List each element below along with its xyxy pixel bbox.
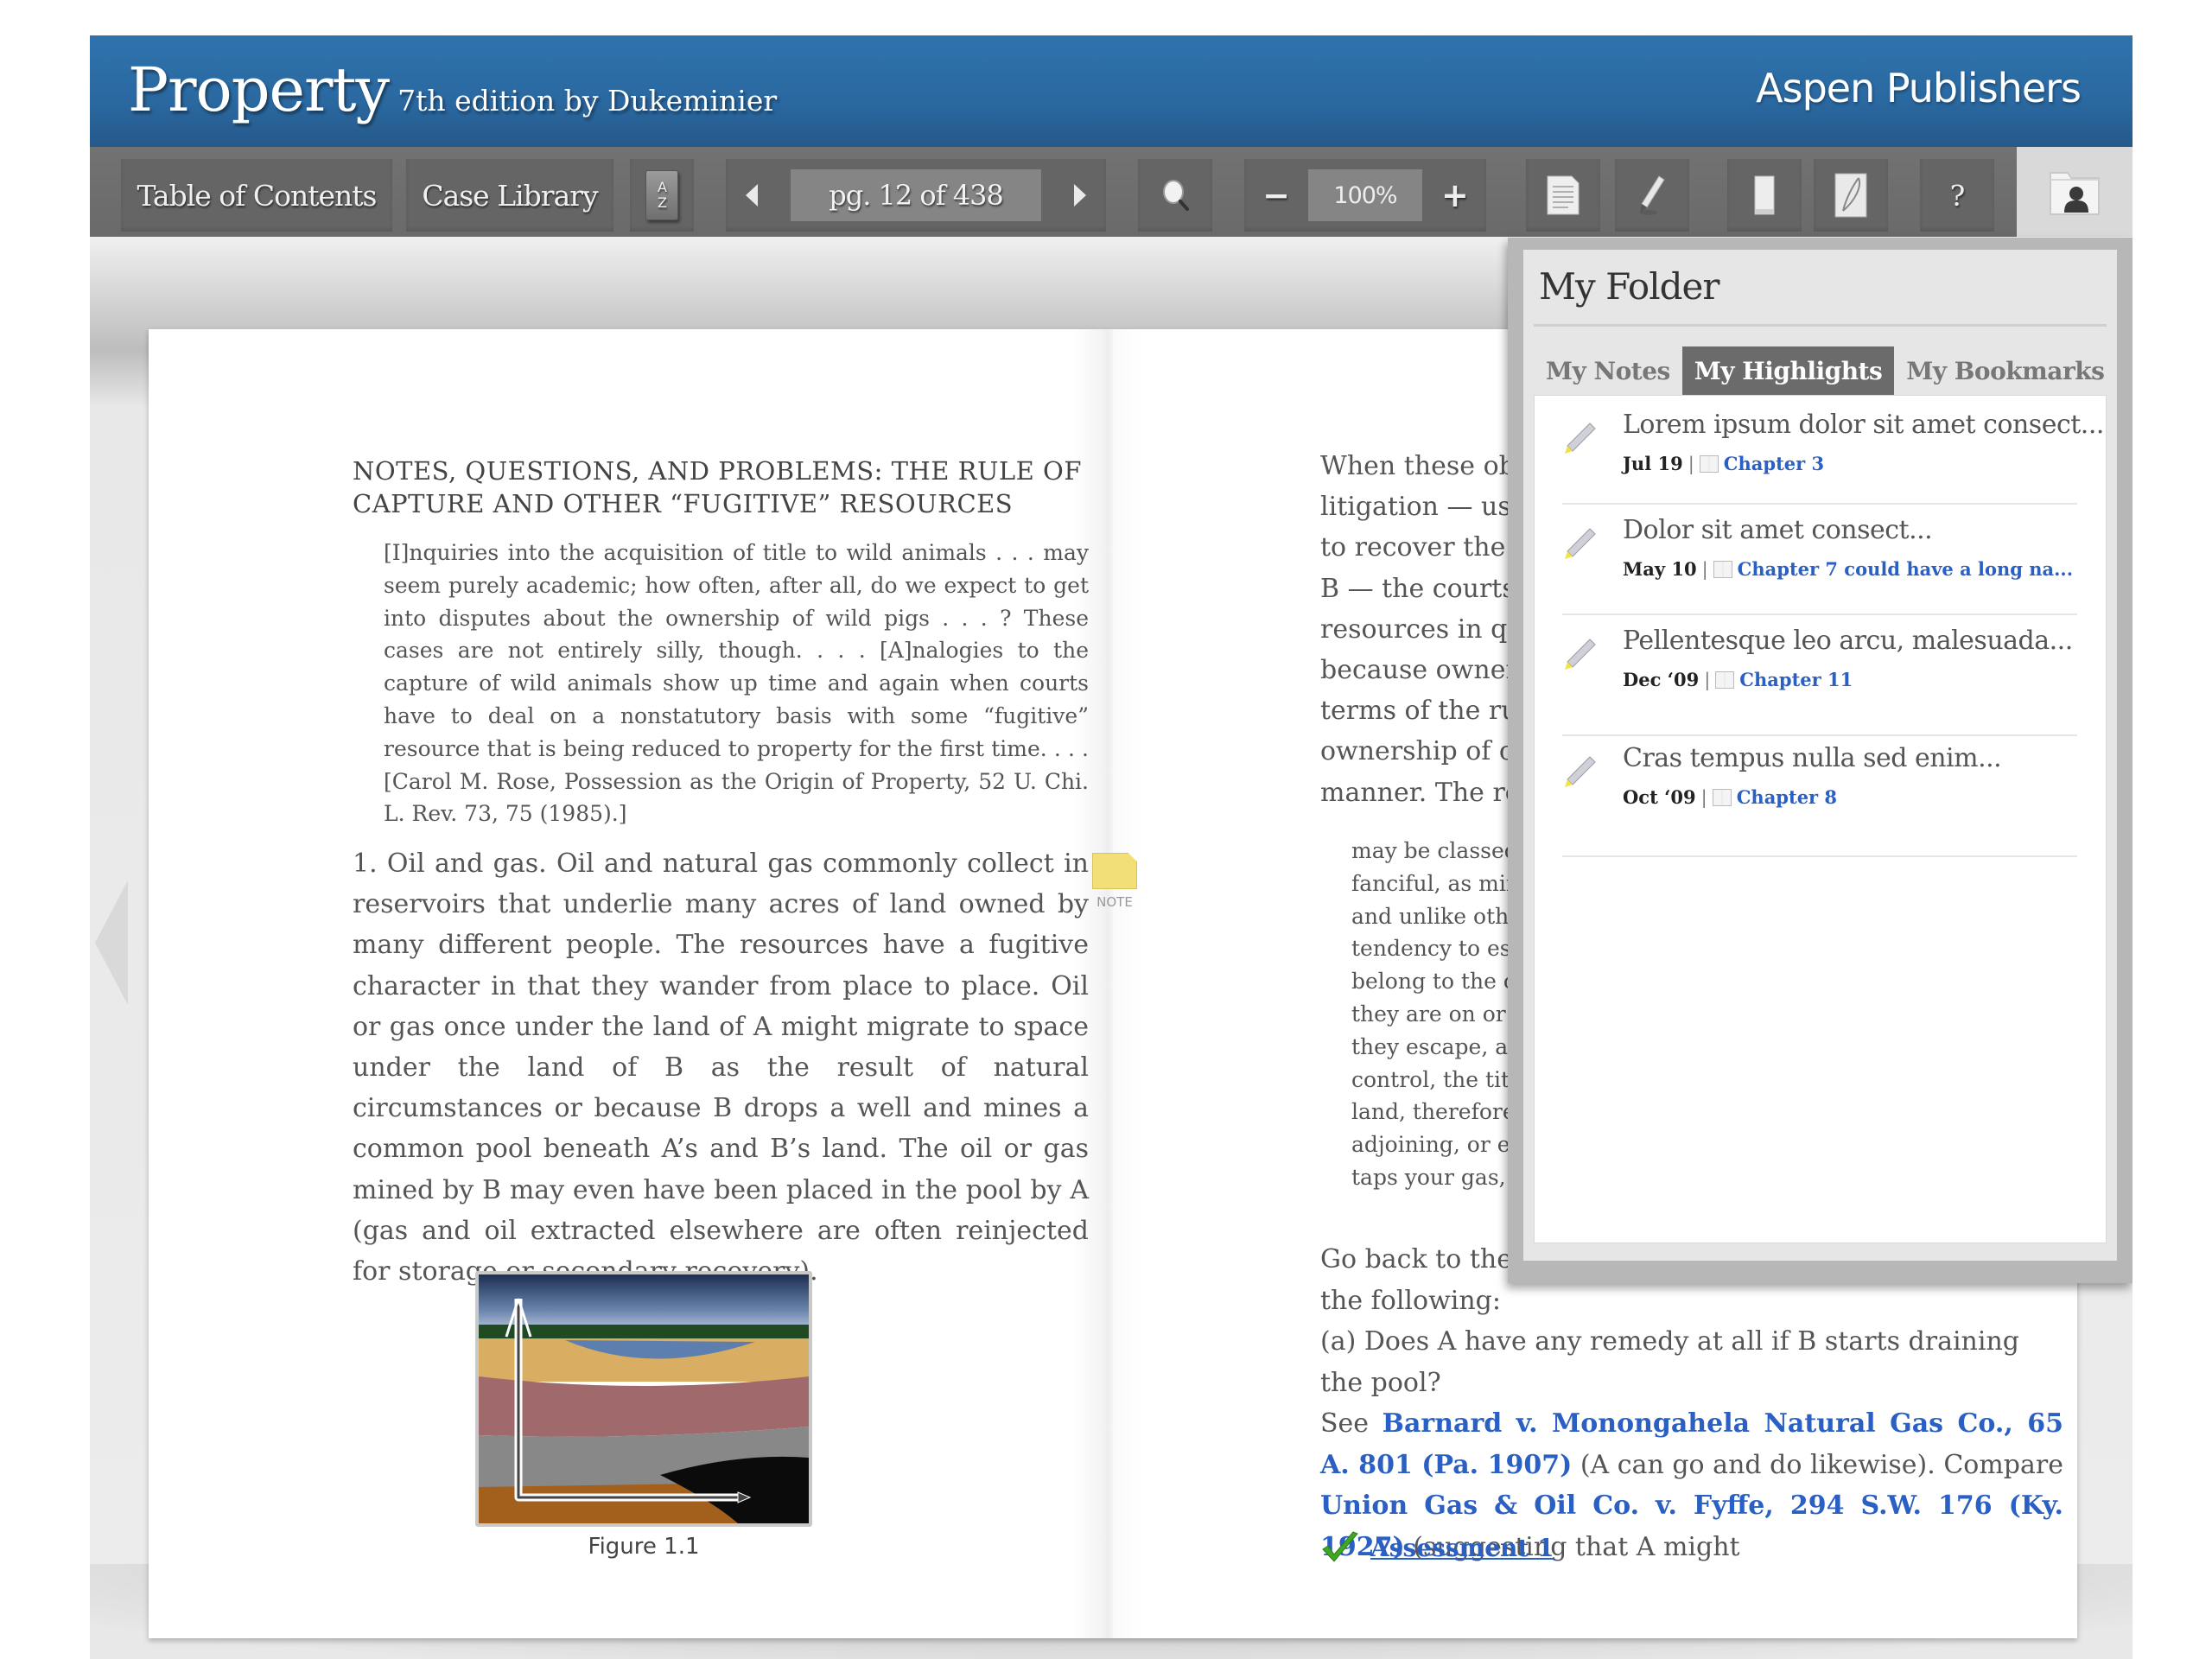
highlight-meta: May 10 | Chapter 7 could have a long na... [1623,558,2073,580]
separator: | [1704,669,1711,690]
bookmark-icon [1754,175,1775,215]
page-indicator[interactable]: pg. 12 of 438 [791,169,1041,221]
book-title: Property 7th edition by Dukeminier [128,54,777,125]
highlight-date: Jul 19 [1623,453,1683,474]
highlight-meta: Oct ‘09 | Chapter 8 [1623,786,1837,808]
section-heading: NOTES, QUESTIONS, AND PROBLEMS: THE RULE… [353,456,1082,518]
notes-quill-button[interactable] [1814,159,1888,232]
highlight-text: Lorem ipsum dolor sit amet consect... [1623,410,2104,440]
az-top-letter: A [658,179,667,195]
book-icon [1712,788,1732,806]
highlight-text: Dolor sit amet consect... [1623,515,1933,545]
sticky-note-icon [1092,853,1137,889]
highlight-meta: Dec ‘09 | Chapter 11 [1623,669,1853,690]
highlight-date: May 10 [1623,558,1697,580]
prev-page-icon[interactable] [746,184,758,207]
highlighter-pen-icon [1565,756,1596,787]
case-library-button[interactable]: Case Library [406,159,613,232]
zoom-out-button[interactable]: − [1262,176,1290,214]
folder-tabs: My Notes My Highlights My Bookmarks [1534,346,2116,395]
previous-page-arrow-icon[interactable] [95,880,128,1005]
highlighter-pen-icon [1565,528,1596,559]
tab-my-highlights[interactable]: My Highlights [1681,346,1895,395]
page-navigator: pg. 12 of 438 [726,159,1106,232]
highlighter-icon [1640,175,1665,215]
list-item[interactable]: Dolor sit amet consect... May 10 | Chapter… [1562,513,2077,615]
search-icon [1163,180,1189,211]
assessment-link[interactable]: Assessment 1 [1320,1530,1554,1565]
list-item[interactable]: Pellentesque leo arcu, malesuada... Dec … [1562,624,2077,736]
my-folder-inner: My Folder My Notes My Highlights My Book… [1523,250,2117,1261]
az-index-icon: A Z [645,170,678,220]
bookmark-button[interactable] [1727,159,1802,232]
note-label: NOTE [1096,894,1133,910]
notes-icon [1547,175,1580,215]
checkmark-icon [1322,1531,1358,1562]
chapter-link[interactable]: Chapter 8 [1737,786,1837,808]
book-icon [1715,671,1735,689]
az-index-button[interactable]: A Z [630,159,694,232]
list-item[interactable]: Lorem ipsum dolor sit amet consect... Ju… [1562,408,2104,505]
zoom-in-button[interactable]: + [1441,176,1469,214]
my-folder-icon [2050,172,2100,215]
zoom-controls: − 100% + [1244,159,1486,232]
chapter-link[interactable]: Chapter 7 could have a long na... [1738,558,2073,580]
az-bottom-letter: Z [658,194,667,211]
my-folder-panel: My Folder My Notes My Highlights My Book… [1508,238,2133,1283]
book-icon [1713,560,1732,578]
toolbar: Table of Contents Case Library A Z pg. 1… [90,147,2017,237]
highlight-text: Pellentesque leo arcu, malesuada... [1623,626,2073,656]
block-quote: [I]nquiries into the acquisition of titl… [384,540,1089,827]
help-button[interactable]: ? [1920,159,1994,232]
book-icon [1699,454,1719,473]
mid-text: (A can go and do likewise). Compare [1572,1449,2063,1480]
app-header: Property 7th edition by Dukeminier Aspen … [90,35,2133,147]
tab-my-bookmarks[interactable]: My Bookmarks [1894,346,2116,395]
question-a: (a) Does A have any remedy at all if B s… [1320,1326,2019,1398]
chapter-link[interactable]: Chapter 11 [1739,669,1853,690]
tab-my-notes[interactable]: My Notes [1534,346,1682,395]
paragraph-oil-and-gas: 1. Oil and gas. Oil and natural gas comm… [353,849,1089,1287]
para2-line-2: the following: [1320,1285,1501,1316]
highlighter-pen-icon [1565,639,1596,670]
publisher-name: Aspen Publishers [1756,65,2082,111]
figure-image[interactable] [475,1271,812,1527]
divider [1534,324,2107,327]
highlighter-pen-icon [1565,423,1596,454]
highlight-date: Dec ‘09 [1623,669,1700,690]
ebook-reader-app: Property 7th edition by Dukeminier Aspen … [90,35,2133,1659]
highlight-date: Oct ‘09 [1623,786,1696,808]
assessment-link-text[interactable]: Assessment 1 [1370,1534,1554,1562]
highlights-list: Lorem ipsum dolor sit amet consect... Ju… [1534,395,2107,1243]
highlight-button[interactable] [1615,159,1689,232]
notes-button[interactable] [1526,159,1600,232]
my-folder-button[interactable] [2017,147,2133,237]
figure-caption: Figure 1.1 [588,1534,700,1560]
highlight-text: Cras tempus nulla sed enim... [1623,743,2002,773]
separator: | [1700,786,1707,808]
search-button[interactable] [1138,159,1212,232]
folder-title: My Folder [1539,265,1719,308]
highlight-meta: Jul 19 | Chapter 3 [1623,453,1824,474]
list-item[interactable]: Cras tempus nulla sed enim... Oct ‘09 | Ch… [1562,741,2077,857]
next-page-icon[interactable] [1074,184,1086,207]
separator: | [1701,558,1708,580]
book-title-main: Property [128,54,390,125]
table-of-contents-button[interactable]: Table of Contents [121,159,392,232]
right-paragraph-2: Go back to the example the following: (a… [1320,1239,2063,1567]
separator: | [1688,453,1694,474]
quill-icon [1834,173,1867,218]
chapter-link[interactable]: Chapter 3 [1724,453,1824,474]
oil-well-diagram [479,1274,809,1523]
zoom-level[interactable]: 100% [1308,169,1422,221]
book-subtitle: 7th edition by Dukeminier [397,84,778,118]
note-marker[interactable]: NOTE [1089,853,1141,910]
see-text: See [1320,1408,1382,1439]
